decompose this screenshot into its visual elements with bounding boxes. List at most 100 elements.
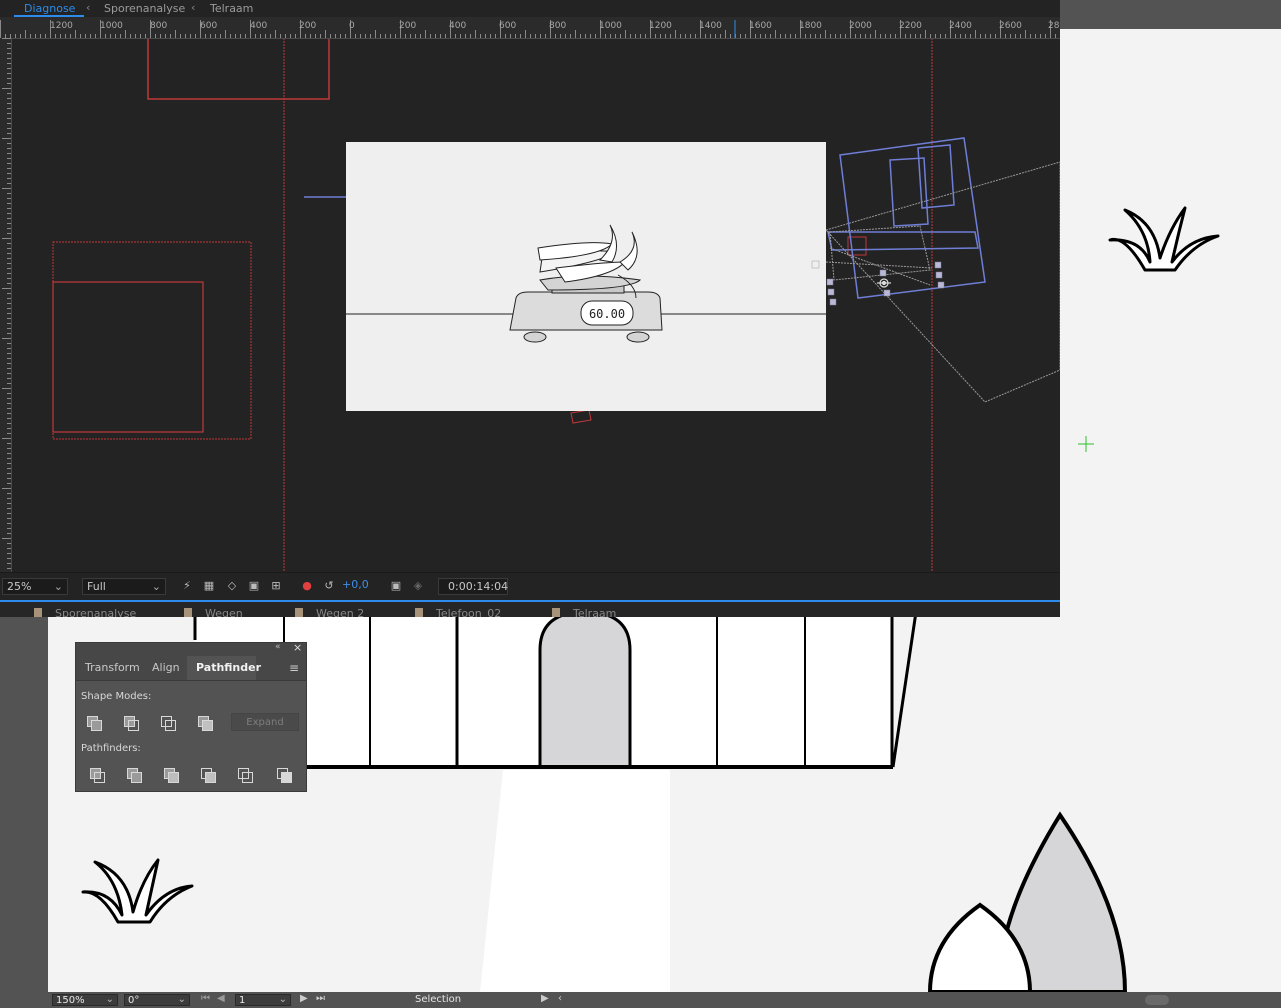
show-snapshot-icon[interactable]: ◈ [411,579,425,593]
label-color-swatch [415,608,423,617]
pathfinders-label: Pathfinders: [81,743,141,754]
anchor-point-icon [877,278,891,288]
pathfinder-panel: « × Transform Align Pathfinder ≡ Shape M… [75,641,307,792]
ruler-label: 1000 [599,21,622,31]
tab-align[interactable]: Align [143,656,189,680]
ruler-label: 1000 [100,21,123,31]
current-time-field[interactable]: 0:00:14:04 [438,578,508,595]
chevron-down-icon: ⌄ [177,994,186,1005]
merge-button[interactable] [160,765,182,783]
minus-back-button[interactable] [273,765,295,783]
divide-button[interactable] [86,765,108,783]
panel-tabs: Transform Align Pathfinder ≡ [76,656,306,681]
intersect-button[interactable] [157,713,179,731]
crop-button[interactable] [197,765,219,783]
ruler-label: 28 [1048,21,1060,31]
fast-preview-icon[interactable]: ⚡ [180,579,194,593]
scrollbar-thumb[interactable] [1145,995,1169,1005]
close-icon[interactable]: × [293,641,302,654]
tab-telraam[interactable]: Telraam [210,2,253,15]
timeline-tab[interactable]: Wegen 2 [316,607,364,617]
timeline-tab[interactable]: Sporenanalyse [55,607,136,617]
trim-button[interactable] [123,765,145,783]
exclude-icon [202,720,213,731]
label-color-swatch [295,608,303,617]
region-of-interest-icon[interactable]: ▣ [247,579,261,593]
illustrator-pasteboard [0,617,48,992]
viewer-toolbar: 25% ⌄ Full ⌄ ⚡ ▦ ◇ ▣ ⊞ ● ↺ +0,0 ▣ ◈ 0:00… [0,572,1060,600]
composition-viewer[interactable]: 60.00 [12,39,1060,572]
scroll-left-icon[interactable]: ‹ [558,993,562,1004]
ruler-ticks [2,38,11,569]
illustrator-top-band [1060,0,1281,29]
timeline-tab[interactable]: Wegen [205,607,243,617]
unite-button[interactable] [83,713,105,731]
ruler-label: 800 [150,21,168,31]
chevron-down-icon: ⌄ [151,580,161,593]
merge-icon [168,772,179,783]
guides-grid-icon[interactable]: ⊞ [269,579,283,593]
last-artboard-icon[interactable]: ⏭ [316,993,325,1004]
mask-visibility-icon[interactable]: ◇ [225,579,239,593]
expand-button[interactable]: Expand [231,713,299,731]
crop-icon [205,772,216,783]
ruler-label: 2000 [849,21,872,31]
ruler-label: 2400 [949,21,972,31]
tree-icon [927,811,1128,994]
timeline-tab[interactable]: Telraam [573,607,616,617]
status-bar: 150% ⌄ 0° ⌄ ⏮ ◀ 1 ⌄ ▶ ⏭ Selection ▶ ‹ [0,992,1281,1008]
ruler-vertical[interactable] [0,38,12,572]
tab-pathfinder[interactable]: Pathfinder [187,656,261,680]
panel-menu-icon[interactable]: ≡ [289,661,299,675]
ruler-label: 400 [250,21,268,31]
ruler-horizontal[interactable]: 1200 1000 800 600 400 200 0 200 400 600 … [0,17,1060,39]
unite-icon [91,720,102,731]
exposure-reset-icon[interactable]: ↺ [322,579,336,593]
ruler-label: 2200 [899,21,922,31]
chevron-left-icon: ‹ [86,1,91,14]
intersect-icon [165,720,176,731]
trim-icon [131,772,142,783]
label-color-swatch [34,608,42,617]
ruler-label: 200 [299,21,317,31]
rotation-field[interactable]: 0° ⌄ [124,994,190,1006]
snapshot-camera-icon[interactable]: ▣ [389,579,403,593]
minus-front-button[interactable] [120,713,142,731]
ruler-label: 1200 [649,21,672,31]
ruler-label: 400 [449,21,467,31]
color-channels-icon[interactable]: ● [300,579,314,593]
ruler-label: 600 [200,21,218,31]
transparency-grid-icon[interactable]: ▦ [202,579,216,593]
panel-header[interactable]: « × [76,641,306,656]
label-color-swatch [184,608,192,617]
exposure-value[interactable]: +0,0 [342,578,369,591]
crosshair-icon [1078,436,1094,452]
selected-layer-paths [827,137,986,299]
resolution-dropdown[interactable]: Full ⌄ [82,578,166,595]
magnification-dropdown[interactable]: 25% ⌄ [2,578,68,595]
artboard-field[interactable]: 1 ⌄ [235,994,291,1006]
rotation-value: 0° [128,995,140,1006]
collapse-icon[interactable]: « [275,642,281,652]
previous-artboard-icon[interactable]: ◀ [217,993,225,1004]
outline-icon [242,772,253,783]
outline-button[interactable] [234,765,256,783]
ruler-label: 1200 [50,21,73,31]
chevron-down-icon: ⌄ [53,580,63,593]
timeline-tab-bar: Sporenanalyse Wegen Wegen 2 Telefoon_02 … [0,602,1060,617]
timeline-tab[interactable]: Telefoon_02 [436,607,501,617]
tab-transform[interactable]: Transform [76,656,149,680]
zoom-field[interactable]: 150% ⌄ [52,994,118,1006]
ruler-label: 600 [499,21,517,31]
ae-composition-panel: Diagnose ‹ Sporenanalyse ‹ Telraam 1200 … [0,0,1060,617]
next-artboard-icon[interactable]: ▶ [300,993,308,1004]
minus-front-icon [128,720,139,731]
chevron-down-icon: ⌄ [278,994,287,1005]
current-tool-label[interactable]: Selection [415,994,461,1005]
ruler-label: 1800 [799,21,822,31]
tab-diagnose[interactable]: Diagnose [24,2,75,15]
tab-sporenanalyse[interactable]: Sporenanalyse [104,2,185,15]
status-menu-icon[interactable]: ▶ [541,993,549,1004]
exclude-button[interactable] [194,713,216,731]
first-artboard-icon[interactable]: ⏮ [201,993,210,1004]
